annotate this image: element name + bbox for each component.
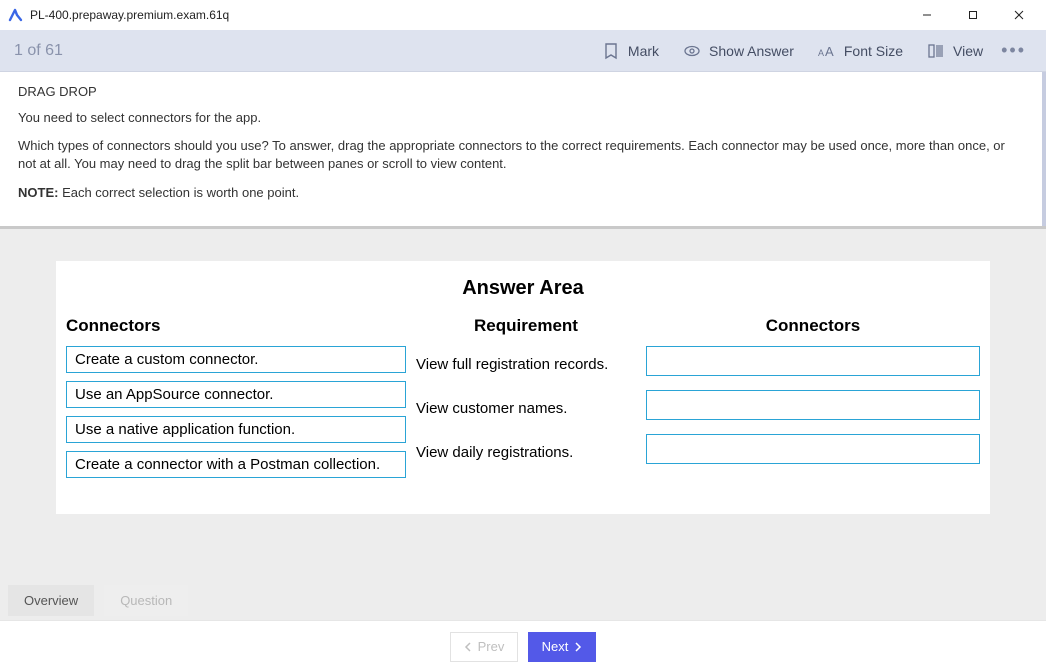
- footer-nav: Prev Next: [0, 620, 1046, 672]
- answer-panel: Answer Area Connectors Create a custom c…: [0, 229, 1046, 579]
- bookmark-icon: [602, 42, 620, 60]
- note-text: Each correct selection is worth one poin…: [58, 185, 299, 200]
- drop-slot[interactable]: [646, 434, 980, 464]
- drop-slot[interactable]: [646, 390, 980, 420]
- answer-card: Answer Area Connectors Create a custom c…: [56, 261, 990, 514]
- app-icon: [8, 7, 24, 23]
- connectors-column: Connectors Create a custom connector. Us…: [66, 316, 406, 486]
- maximize-button[interactable]: [950, 0, 996, 30]
- view-button[interactable]: View: [915, 36, 995, 66]
- font-size-label: Font Size: [844, 43, 903, 59]
- drop-slot[interactable]: [646, 346, 980, 376]
- requirement-header: Requirement: [416, 316, 636, 336]
- svg-text:A: A: [818, 48, 824, 58]
- show-answer-button[interactable]: Show Answer: [671, 36, 806, 66]
- chevron-right-icon: [574, 642, 582, 652]
- titlebar: PL-400.prepaway.premium.exam.61q: [0, 0, 1046, 30]
- connector-item[interactable]: Use an AppSource connector.: [66, 381, 406, 408]
- connector-item[interactable]: Use a native application function.: [66, 416, 406, 443]
- question-type: DRAG DROP: [18, 84, 1024, 99]
- font-size-icon: AA: [818, 42, 836, 60]
- next-label: Next: [542, 639, 569, 654]
- tabs-bar: Overview Question: [0, 579, 1046, 620]
- requirement-label: View customer names.: [416, 390, 636, 428]
- tab-overview[interactable]: Overview: [8, 585, 94, 616]
- note-label: NOTE:: [18, 185, 58, 200]
- requirement-column: Requirement View full registration recor…: [416, 316, 636, 478]
- requirement-label: View daily registrations.: [416, 434, 636, 472]
- connector-item[interactable]: Create a connector with a Postman collec…: [66, 451, 406, 478]
- view-label: View: [953, 43, 983, 59]
- eye-icon: [683, 42, 701, 60]
- prev-label: Prev: [478, 639, 505, 654]
- tab-question[interactable]: Question: [104, 585, 188, 616]
- window-title: PL-400.prepaway.premium.exam.61q: [30, 8, 904, 22]
- question-counter: 1 of 61: [14, 42, 590, 60]
- question-note: NOTE: Each correct selection is worth on…: [18, 184, 1024, 202]
- chevron-left-icon: [464, 642, 472, 652]
- layout-icon: [927, 42, 945, 60]
- question-p1: You need to select connectors for the ap…: [18, 109, 1024, 127]
- prev-button[interactable]: Prev: [450, 632, 518, 662]
- window-controls: [904, 0, 1042, 30]
- next-button[interactable]: Next: [528, 632, 596, 662]
- drop-column: Connectors: [646, 316, 980, 478]
- font-size-button[interactable]: AA Font Size: [806, 36, 915, 66]
- connectors-header: Connectors: [66, 316, 406, 336]
- show-answer-label: Show Answer: [709, 43, 794, 59]
- more-button[interactable]: •••: [995, 34, 1032, 67]
- minimize-button[interactable]: [904, 0, 950, 30]
- mark-button[interactable]: Mark: [590, 36, 671, 66]
- question-area: DRAG DROP You need to select connectors …: [0, 72, 1046, 226]
- question-p2: Which types of connectors should you use…: [18, 137, 1024, 173]
- requirement-label: View full registration records.: [416, 346, 636, 384]
- svg-text:A: A: [825, 44, 834, 59]
- connector-item[interactable]: Create a custom connector.: [66, 346, 406, 373]
- mark-label: Mark: [628, 43, 659, 59]
- toolbar: 1 of 61 Mark Show Answer AA Font Size Vi…: [0, 30, 1046, 72]
- close-button[interactable]: [996, 0, 1042, 30]
- answer-title: Answer Area: [66, 277, 980, 300]
- drop-header: Connectors: [646, 316, 980, 336]
